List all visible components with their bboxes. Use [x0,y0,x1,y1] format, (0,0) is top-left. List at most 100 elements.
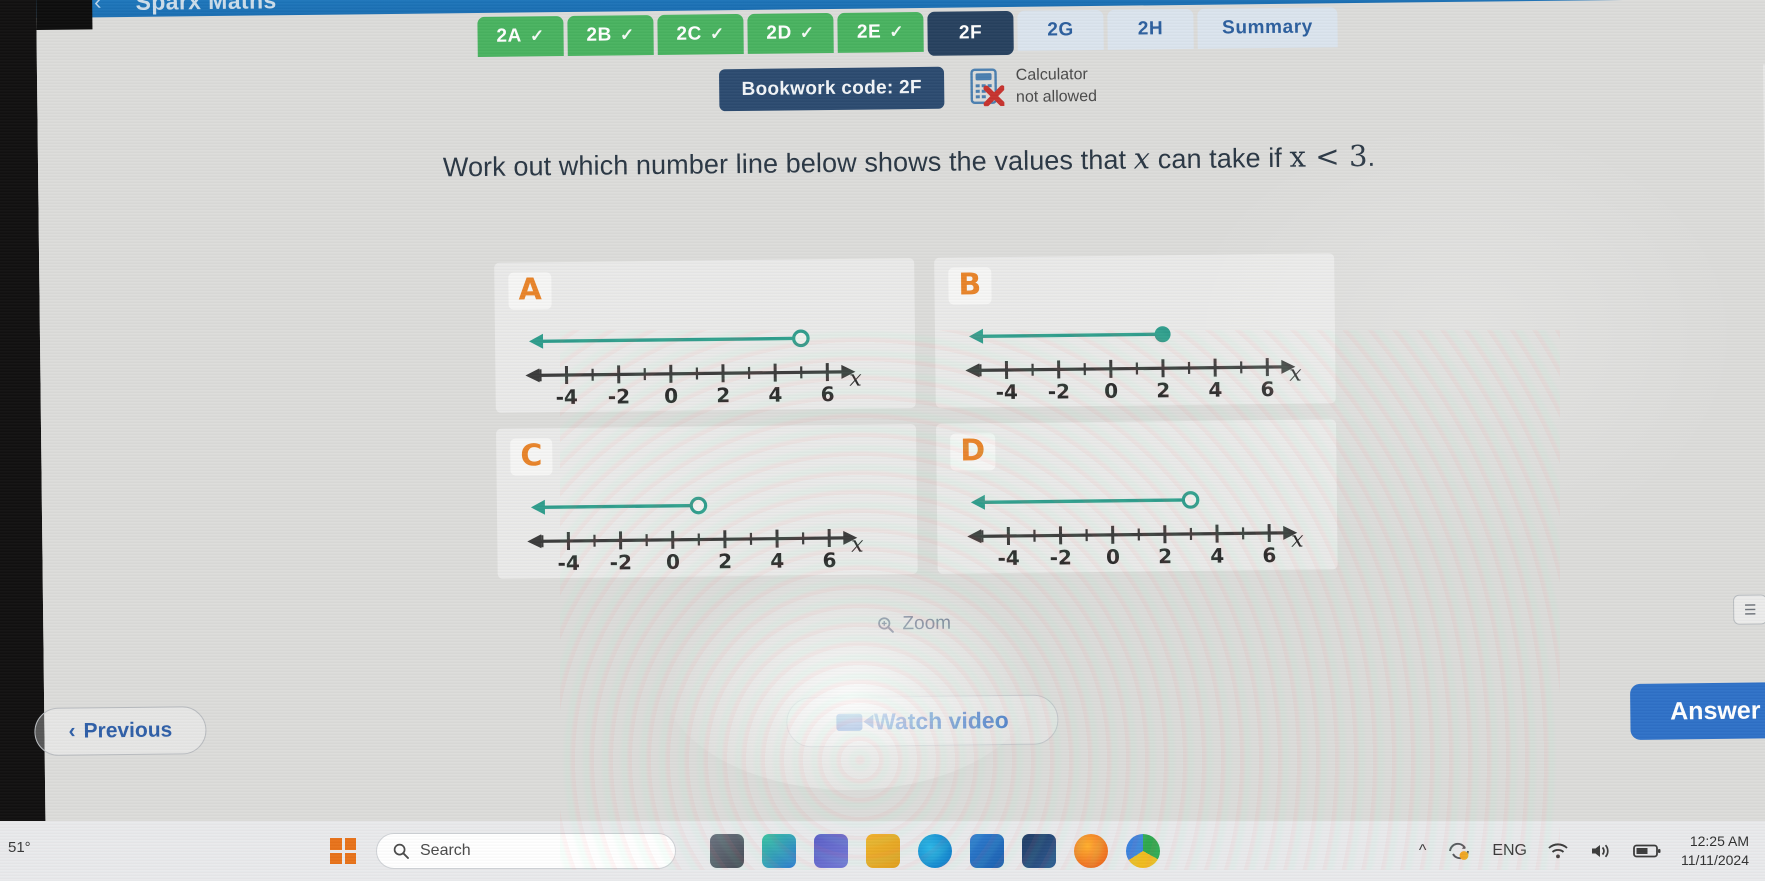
svg-text:0: 0 [664,384,678,408]
svg-text:0: 0 [666,550,680,574]
tab-2b-label: 2B [586,24,613,46]
question-part-2: can take if [1157,142,1283,175]
tab-2e[interactable]: 2E ✓ [837,11,924,53]
tab-2b[interactable]: 2B ✓ [567,14,654,56]
photographed-screen: ‹ Sparx Maths 2A ✓ 2B ✓ 2C ✓ 2D ✓ 2E ✓ 2… [0,0,1765,881]
svg-text:0: 0 [1104,379,1118,403]
option-card-a[interactable]: A -4 -2 0 2 4 6 x [494,258,916,413]
tab-2g[interactable]: 2G [1017,9,1104,51]
tab-2h[interactable]: 2H [1107,8,1194,50]
question-variable: x [1133,141,1151,176]
option-card-b[interactable]: B -4 -2 0 2 4 6 x [934,253,1336,408]
check-icon: ✓ [529,26,545,46]
svg-text:6: 6 [1260,377,1274,401]
check-icon: ✓ [889,22,905,42]
windows-taskbar: 51° Search ^ ENG 12:25 AM 11/11/2024 [0,821,1765,881]
taskbar-icon-copilot[interactable] [762,834,796,868]
svg-text:6: 6 [1262,543,1276,567]
chevron-up-icon[interactable]: ^ [1419,842,1427,860]
number-line-a: -4 -2 0 2 4 6 x [509,311,902,411]
screen-bezel-left [36,0,93,30]
magnifier-icon [877,616,895,633]
volume-icon[interactable] [1589,841,1613,861]
taskbar-icon-store[interactable] [970,834,1004,868]
svg-text:4: 4 [1208,378,1222,402]
svg-text:-4: -4 [557,551,579,575]
svg-text:-2: -2 [1050,545,1072,569]
svg-text:4: 4 [768,383,782,407]
tab-summary[interactable]: Summary [1197,7,1338,49]
tab-2a-label: 2A [496,25,523,47]
zoom-label: Zoom [902,612,952,635]
language-indicator[interactable]: ENG [1492,842,1527,860]
previous-button[interactable]: ‹ Previous [34,706,207,757]
back-chevron-icon[interactable]: ‹ [94,0,102,14]
calculator-not-allowed-icon [970,68,1005,107]
calculator-note: Calculator not allowed [970,64,1097,109]
svg-text:-2: -2 [610,550,632,574]
svg-text:-4: -4 [997,546,1019,570]
bookwork-code-badge: Bookwork code: 2F [719,66,945,111]
taskbar-icon-sparx[interactable] [1022,834,1056,868]
clock-time: 12:25 AM [1689,833,1749,850]
taskbar-icon-teams[interactable] [814,834,848,868]
check-icon: ✓ [709,24,725,44]
accessibility-widget[interactable]: ☰ [1732,594,1765,625]
svg-text:-4: -4 [996,380,1018,404]
taskbar-icon-edge[interactable] [918,834,952,868]
option-card-d[interactable]: D -4 -2 0 2 4 6 x [936,419,1338,574]
search-icon [393,843,409,859]
tab-2d[interactable]: 2D ✓ [747,12,834,54]
system-tray: ^ ENG 12:25 AM 11/11/2024 [1419,821,1749,881]
taskbar-center: Search [330,821,1160,881]
tab-2c-label: 2C [676,23,702,45]
onedrive-sync-icon[interactable] [1446,840,1472,862]
search-input[interactable]: Search [376,833,676,869]
zoom-link[interactable]: Zoom [43,603,1765,645]
taskbar-app-icons [710,834,1160,868]
option-letter-c: C [510,438,553,476]
svg-text:x: x [851,533,864,558]
calculator-line-2: not allowed [1015,87,1098,106]
option-card-c[interactable]: C -4 -2 0 2 4 6 x [496,424,918,579]
previous-button-label: Previous [83,718,173,743]
tab-2g-label: 2G [1047,19,1074,41]
question-part-1: Work out which number line below shows t… [442,144,1127,183]
svg-text:4: 4 [1210,544,1224,568]
video-camera-icon [835,713,863,731]
svg-text:x: x [1291,528,1304,553]
question-text: Work out which number line below shows t… [38,134,1765,188]
svg-text:2: 2 [718,549,732,573]
taskbar-icon-widgets[interactable] [710,834,744,868]
tab-2f[interactable]: 2F [927,10,1014,56]
answer-button[interactable]: Answer [1629,682,1765,740]
tab-2a[interactable]: 2A ✓ [477,16,564,57]
svg-text:x: x [1289,362,1302,387]
question-period: . [1367,141,1376,172]
taskbar-icon-chrome[interactable] [1126,834,1160,868]
question-inequality: x < 3 [1289,138,1368,174]
svg-text:6: 6 [822,548,836,572]
answer-button-label: Answer [1669,695,1761,726]
option-letter-d: D [950,433,996,471]
battery-icon[interactable] [1633,843,1661,859]
weather-temperature[interactable]: 51° [8,839,31,856]
taskbar-icon-explorer[interactable] [866,834,900,868]
taskbar-icon-firefox[interactable] [1074,834,1108,868]
watch-video-button[interactable]: Watch video [786,694,1059,748]
svg-text:-4: -4 [556,385,578,409]
tab-2c[interactable]: 2C ✓ [657,13,744,55]
option-letter-a: A [508,272,552,310]
svg-text:-2: -2 [608,384,630,408]
svg-text:x: x [849,367,862,392]
svg-text:4: 4 [770,549,784,573]
chevron-left-icon: ‹ [68,719,76,743]
windows-start-icon[interactable] [330,838,356,864]
svg-text:-2: -2 [1048,379,1070,403]
calculator-line-1: Calculator [1015,66,1088,84]
check-icon: ✓ [799,23,815,43]
clock-date: 11/11/2024 [1681,852,1749,868]
wifi-icon[interactable] [1547,842,1569,860]
tray-clock[interactable]: 12:25 AM 11/11/2024 [1681,832,1749,870]
number-line-b: -4 -2 0 2 4 6 x [949,306,1322,406]
